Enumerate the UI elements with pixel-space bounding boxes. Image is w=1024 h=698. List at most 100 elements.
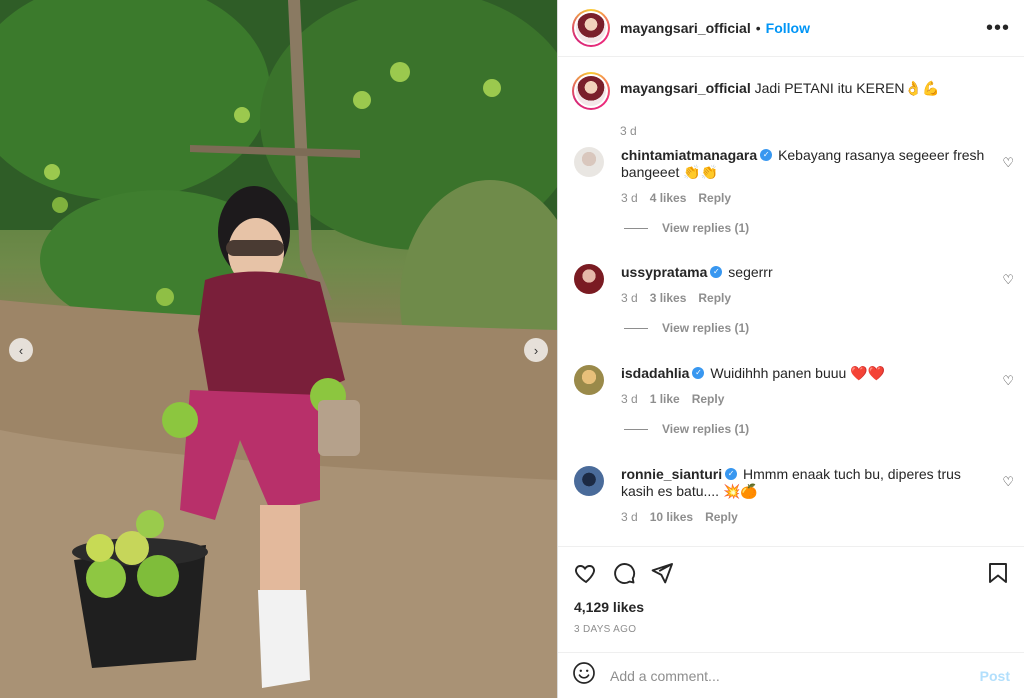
post-date[interactable]: 3 DAYS AGO xyxy=(574,624,636,635)
bookmark-icon[interactable] xyxy=(986,561,1010,590)
post-comment-button[interactable]: Post xyxy=(980,668,1010,684)
fruit xyxy=(353,91,371,109)
comment-item: ussypratama ✓ segerrr 3 d 3 likes Reply V… xyxy=(574,264,1014,335)
comment-likes[interactable]: 4 likes xyxy=(650,191,687,205)
comment-time[interactable]: 3 d xyxy=(621,510,638,524)
comment-input[interactable] xyxy=(610,667,980,684)
comment-username[interactable]: isdadahlia xyxy=(621,365,689,381)
comment-likes[interactable]: 10 likes xyxy=(650,510,693,524)
leg xyxy=(260,505,300,595)
post-caption: mayangsari_official Jadi PETANI itu KERE… xyxy=(572,72,939,138)
post-header: mayangsari_official • Follow ••• xyxy=(558,0,1024,57)
comments-list[interactable]: mayangsari_official Jadi PETANI itu KERE… xyxy=(558,58,1024,546)
fruit xyxy=(234,107,250,123)
view-replies-button[interactable]: View replies (1) xyxy=(624,422,1014,436)
caption-text: Jadi PETANI itu KEREN👌💪 xyxy=(754,80,940,96)
comment-item: ronnie_sianturi ✓ Hmmm enaak tuch bu, dip… xyxy=(574,466,1014,524)
comment-time[interactable]: 3 d xyxy=(621,392,638,406)
view-replies-button[interactable]: View replies (1) xyxy=(624,321,1014,335)
verified-badge-icon: ✓ xyxy=(725,468,738,481)
emoji-icon[interactable] xyxy=(572,661,596,690)
comment-item: isdadahlia ✓ Wuidihhh panen buuu ❤️❤️ 3 d… xyxy=(574,365,1014,436)
caption-author-avatar[interactable] xyxy=(572,72,610,110)
comment-time[interactable]: 3 d xyxy=(621,291,638,305)
comment-body: ussypratama ✓ segerrr xyxy=(621,264,991,281)
sneaker xyxy=(258,590,310,688)
comment-time[interactable]: 3 d xyxy=(621,191,638,205)
more-options-icon[interactable]: ••• xyxy=(986,18,1010,38)
post-details-panel: mayangsari_official • Follow ••• mayangs… xyxy=(557,0,1024,698)
avatar-image xyxy=(576,76,606,106)
handbag xyxy=(318,400,360,456)
view-replies-button[interactable]: View replies (1) xyxy=(624,221,1014,235)
sunglasses xyxy=(226,240,284,256)
next-photo-button[interactable]: › xyxy=(524,338,548,362)
caption-username[interactable]: mayangsari_official xyxy=(620,80,751,96)
like-comment-heart-icon[interactable]: ♡ xyxy=(1002,272,1014,288)
view-replies-label: View replies (1) xyxy=(662,321,750,335)
chevron-left-icon: ‹ xyxy=(18,342,24,358)
follow-button[interactable]: Follow xyxy=(766,20,810,36)
avatar-inner xyxy=(574,74,608,108)
chevron-right-icon: › xyxy=(533,342,539,358)
comment-meta: 3 d 3 likes Reply xyxy=(621,291,1014,305)
fruit xyxy=(483,79,501,97)
like-comment-heart-icon[interactable]: ♡ xyxy=(1002,474,1014,490)
replies-divider xyxy=(624,428,648,430)
author-username[interactable]: mayangsari_official xyxy=(620,20,751,36)
comment-likes[interactable]: 3 likes xyxy=(650,291,687,305)
bucket-fruit xyxy=(137,555,179,597)
add-comment-bar: Post xyxy=(558,652,1024,698)
commenter-avatar[interactable] xyxy=(574,147,604,177)
comment-item: chintamiatmanagara ✓ Kebayang rasanya seg… xyxy=(574,147,1014,235)
commenter-avatar[interactable] xyxy=(574,466,604,496)
comment-body: isdadahlia ✓ Wuidihhh panen buuu ❤️❤️ xyxy=(621,365,991,382)
caption-time[interactable]: 3 d xyxy=(620,124,637,138)
comment-meta: 3 d 4 likes Reply xyxy=(621,191,1014,205)
like-heart-icon[interactable] xyxy=(574,561,598,590)
separator-dot: • xyxy=(755,20,761,36)
avatar-inner xyxy=(574,11,608,45)
bucket-fruit xyxy=(86,534,114,562)
comment-likes[interactable]: 1 like xyxy=(650,392,680,406)
post-photo[interactable]: ‹ › xyxy=(0,0,557,698)
comment-body: chintamiatmanagara ✓ Kebayang rasanya seg… xyxy=(621,147,991,181)
action-icons xyxy=(574,561,674,590)
fruit xyxy=(44,164,60,180)
comment-username[interactable]: chintamiatmanagara xyxy=(621,147,757,163)
likes-count[interactable]: 4,129 likes xyxy=(574,599,644,615)
bucket-fruit xyxy=(136,510,164,538)
replies-divider xyxy=(624,327,648,329)
like-comment-heart-icon[interactable]: ♡ xyxy=(1002,373,1014,389)
reply-button[interactable]: Reply xyxy=(698,291,731,305)
photo-scene xyxy=(0,0,557,698)
replies-divider xyxy=(624,227,648,229)
comment-bubble-icon[interactable] xyxy=(612,561,636,590)
reply-button[interactable]: Reply xyxy=(698,191,731,205)
like-comment-heart-icon[interactable]: ♡ xyxy=(1002,155,1014,171)
fruit xyxy=(156,288,174,306)
commenter-avatar[interactable] xyxy=(574,365,604,395)
share-paper-plane-icon[interactable] xyxy=(650,561,674,590)
verified-badge-icon: ✓ xyxy=(710,266,723,279)
view-replies-label: View replies (1) xyxy=(662,422,750,436)
held-fruit-left xyxy=(162,402,198,438)
comment-body: ronnie_sianturi ✓ Hmmm enaak tuch bu, dip… xyxy=(621,466,991,500)
comment-username[interactable]: ronnie_sianturi xyxy=(621,466,722,482)
reply-button[interactable]: Reply xyxy=(705,510,738,524)
author-avatar[interactable] xyxy=(572,9,610,47)
caption-text-block: mayangsari_official Jadi PETANI itu KERE… xyxy=(620,80,939,110)
comment-text: segerrr xyxy=(728,264,773,280)
post-actions: 4,129 likes 3 DAYS AGO xyxy=(558,546,1024,652)
bucket-fruit xyxy=(86,558,126,598)
reply-button[interactable]: Reply xyxy=(692,392,725,406)
comment-meta: 3 d 10 likes Reply xyxy=(621,510,1014,524)
view-replies-label: View replies (1) xyxy=(662,221,750,235)
comment-username[interactable]: ussypratama xyxy=(621,264,707,280)
verified-badge-icon: ✓ xyxy=(692,367,705,380)
avatar-image xyxy=(576,13,606,43)
previous-photo-button[interactable]: ‹ xyxy=(9,338,33,362)
commenter-avatar[interactable] xyxy=(574,264,604,294)
fruit xyxy=(390,62,410,82)
fruit xyxy=(52,197,68,213)
